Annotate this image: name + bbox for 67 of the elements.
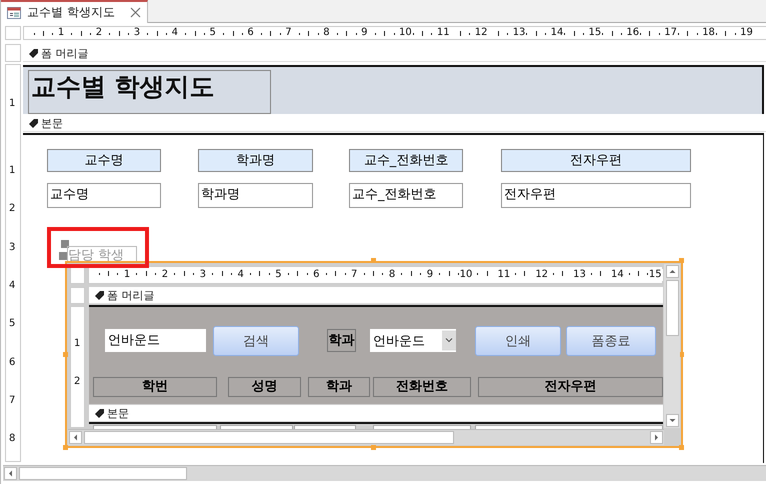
ruler-number: 4 xyxy=(9,278,16,293)
vertical-scrollbar[interactable] xyxy=(664,264,680,428)
field-label: 교수명 xyxy=(47,149,161,172)
form-icon xyxy=(7,6,21,18)
ruler-number: 7 xyxy=(9,394,16,408)
section-icon xyxy=(95,290,104,300)
scroll-thumb[interactable] xyxy=(84,431,454,444)
scroll-up-icon[interactable] xyxy=(666,265,678,278)
section-bar[interactable]: 폼 머리글 xyxy=(89,287,663,304)
command-button[interactable]: 검색 xyxy=(213,326,299,356)
command-button[interactable]: 폼종료 xyxy=(566,326,656,356)
scroll-thumb[interactable] xyxy=(19,467,187,480)
ruler-number: 2 xyxy=(9,202,16,216)
section-icon xyxy=(29,119,38,128)
text-field[interactable]: 교수_전화번호 xyxy=(349,183,463,208)
text-field[interactable]: 전자우편 xyxy=(501,183,691,208)
column-label: 전화번호 xyxy=(373,377,471,397)
form-title: 교수별 학생지도 xyxy=(28,70,271,114)
ruler-corner xyxy=(5,26,21,40)
close-icon[interactable] xyxy=(130,7,141,18)
combo-value: 언바운드 xyxy=(373,332,425,350)
subform-frame[interactable]: 1 2 3 4 5 6 7 8 9 10 11 12 13 14 15 1 2 폼 머리글 언바운드 검색 학과 언바운드 인쇄 폼종료 학번 성명 학과 전화번호 전자우편 본문 xyxy=(65,261,683,448)
horizontal-scrollbar[interactable] xyxy=(3,465,766,481)
text-field[interactable]: 언바운드 xyxy=(105,329,206,352)
ruler-number: 3 xyxy=(9,240,16,255)
ruler-number: 15 xyxy=(648,269,663,281)
sizing-handle[interactable] xyxy=(63,352,68,357)
sizing-handle[interactable] xyxy=(679,445,684,450)
scroll-left-icon[interactable] xyxy=(69,431,82,444)
ruler-corner xyxy=(70,287,85,304)
section-bar[interactable]: 본문 xyxy=(23,116,766,132)
command-button[interactable]: 인쇄 xyxy=(475,326,561,356)
sizing-handle[interactable] xyxy=(371,258,376,263)
column-label: 전자우편 xyxy=(478,377,663,397)
field-label: 교수_전화번호 xyxy=(349,149,463,172)
text-field[interactable]: 교수명 xyxy=(47,183,161,208)
scroll-thumb[interactable] xyxy=(666,280,678,336)
combo-box[interactable]: 언바운드 xyxy=(370,329,456,352)
sizing-handle[interactable] xyxy=(371,445,376,450)
field-label: 전자우편 xyxy=(501,149,691,172)
scroll-left-icon[interactable] xyxy=(4,467,17,480)
section-bar[interactable]: 폼 머리글 xyxy=(23,46,766,62)
ruler-number: 1 xyxy=(9,164,16,178)
column-label: 성명 xyxy=(228,377,301,397)
scroll-down-icon[interactable] xyxy=(666,414,678,427)
section-icon xyxy=(95,408,104,418)
horizontal-scrollbar[interactable] xyxy=(68,429,664,445)
sizing-handle[interactable] xyxy=(679,258,684,263)
ruler-number: 5 xyxy=(9,317,16,332)
ruler-number: 8 xyxy=(9,432,16,446)
field-label: 학과 xyxy=(327,329,356,352)
sizing-handle[interactable] xyxy=(63,445,68,450)
field-label: 학과명 xyxy=(198,149,313,172)
document-tab[interactable]: 교수별 학생지도 xyxy=(1,0,148,23)
ruler-corner xyxy=(5,44,21,62)
column-label: 학번 xyxy=(93,377,217,397)
sizing-handle[interactable] xyxy=(61,240,69,248)
text-field[interactable]: 학과명 xyxy=(198,183,313,208)
sizing-handle[interactable] xyxy=(59,252,67,260)
column-label: 학과 xyxy=(308,377,370,397)
ruler-number: 6 xyxy=(9,356,16,370)
section-bar[interactable]: 본문 xyxy=(89,405,663,422)
section-icon xyxy=(29,49,38,58)
scroll-right-icon[interactable] xyxy=(650,431,663,444)
ruler-number: 1 xyxy=(9,97,16,111)
ruler-number: 2 xyxy=(74,375,80,389)
ruler-number: 1 xyxy=(74,337,80,351)
